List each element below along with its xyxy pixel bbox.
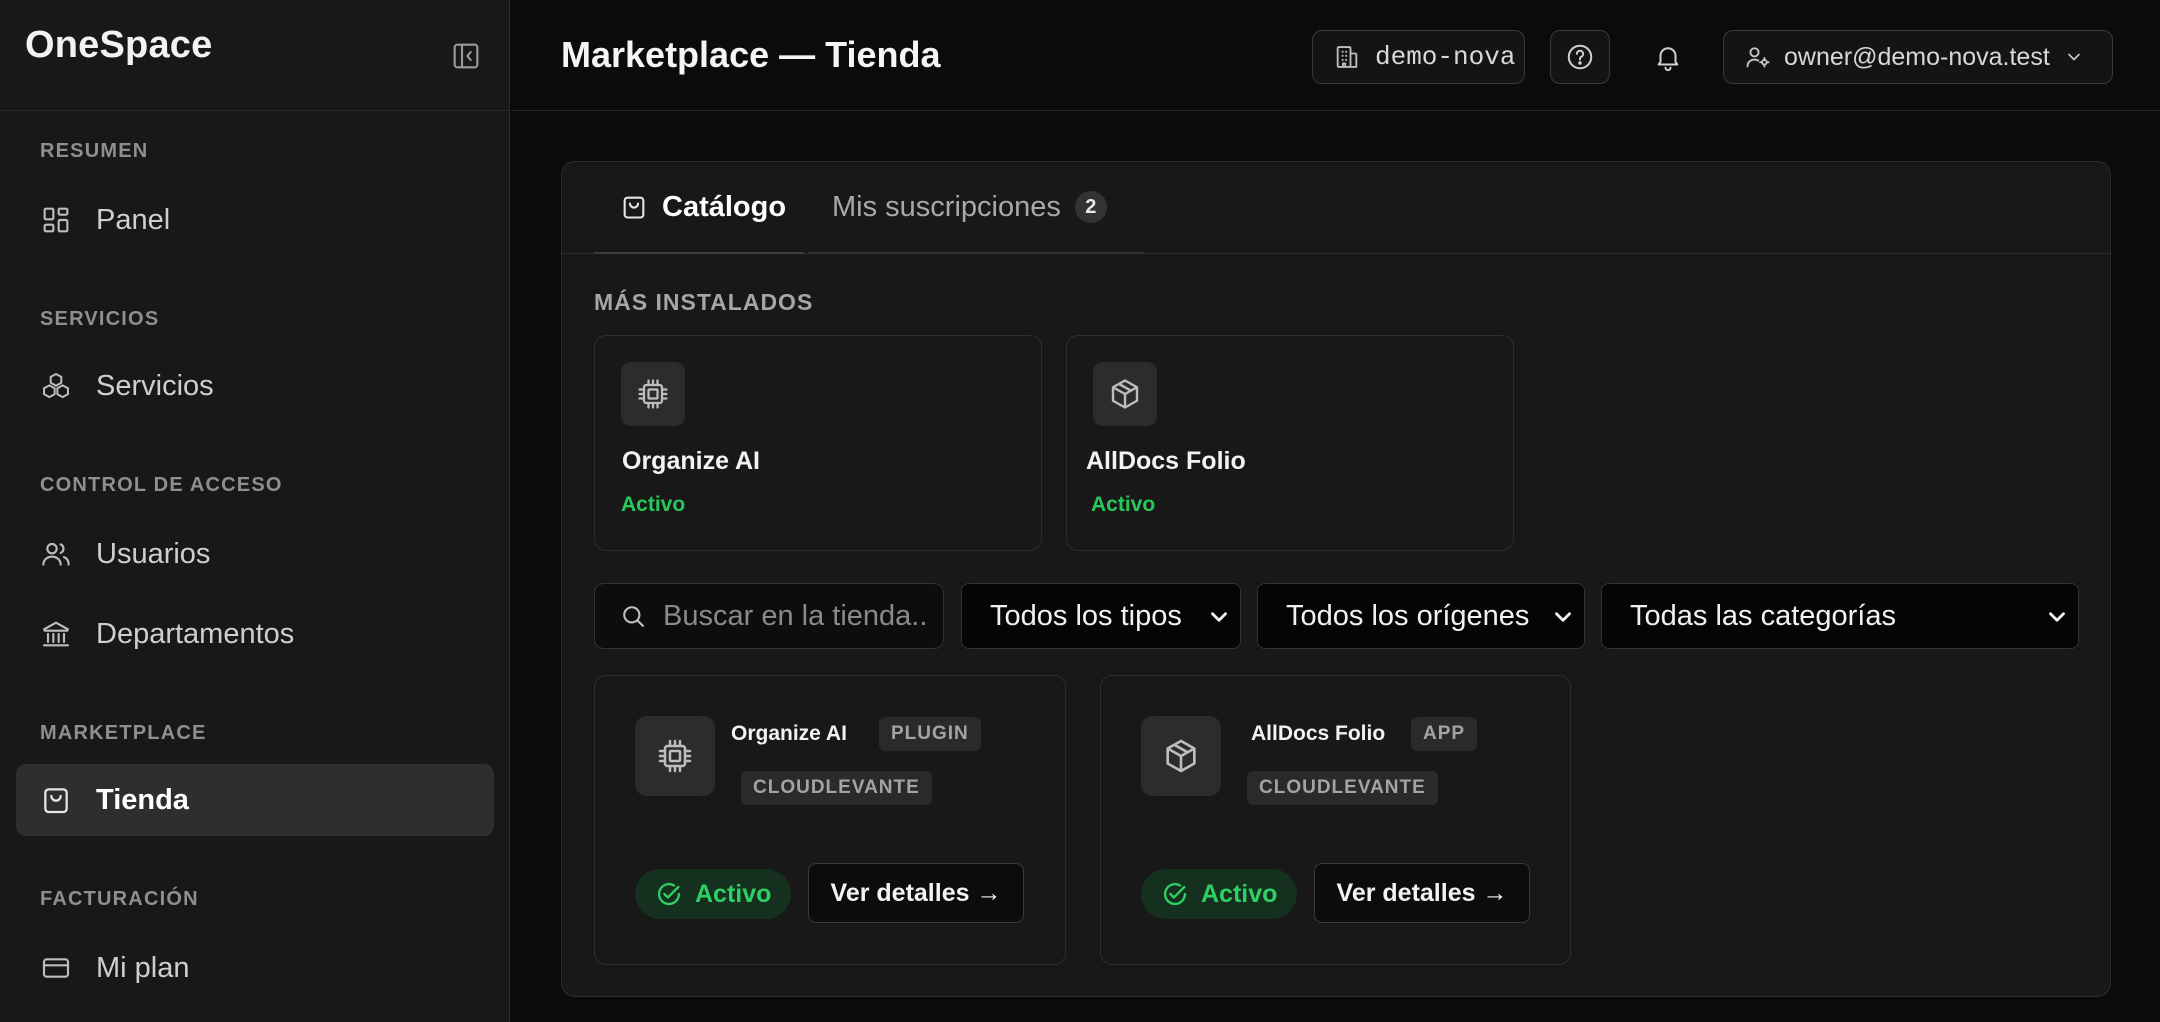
view-details-button[interactable]: Ver detalles → <box>1314 863 1530 923</box>
status-badge: Activo <box>1141 869 1298 919</box>
package-box-icon <box>1093 362 1157 426</box>
brand-logo[interactable]: OneSpace <box>25 24 212 67</box>
subscriptions-count-badge: 2 <box>1074 191 1107 223</box>
product-type-badge: PLUGIN <box>879 717 981 751</box>
tab-label: Catálogo <box>662 190 787 223</box>
search-placeholder: Buscar en la tienda... <box>663 599 925 632</box>
sidebar-item-mi-plan[interactable]: Mi plan <box>16 932 494 1004</box>
help-circle-icon <box>1565 42 1595 72</box>
sidebar-item-servicios[interactable]: Servicios <box>16 350 494 422</box>
users-icon <box>40 538 72 570</box>
tab-mis-suscripciones[interactable]: Mis suscripciones 2 <box>808 162 1144 254</box>
building-columns-icon <box>40 618 72 650</box>
sidebar-item-label: Mi plan <box>96 951 190 984</box>
page-title: Marketplace — Tienda <box>561 34 941 75</box>
dashboard-icon <box>40 204 72 236</box>
check-circle-icon <box>655 880 683 908</box>
status-label: Activo <box>621 493 686 516</box>
sidebar-header: OneSpace <box>0 0 509 111</box>
category-filter-select[interactable]: Todas las categorías <box>1601 583 2079 649</box>
cpu-chip-icon <box>635 716 715 796</box>
select-value: Todos los orígenes <box>1286 599 1530 632</box>
package-box-icon <box>1141 716 1221 796</box>
building-icon <box>1333 43 1361 71</box>
user-menu-button[interactable]: owner@demo-nova.test <box>1723 30 2113 84</box>
sidebar-item-departamentos[interactable]: Departamentos <box>16 598 494 670</box>
boxes-icon <box>40 370 72 402</box>
section-title-resumen: RESUMEN <box>40 140 149 162</box>
origin-filter-select[interactable]: Todos los orígenes <box>1257 583 1585 649</box>
marketplace-panel: Catálogo Mis suscripciones 2 MÁS INSTALA… <box>561 161 2111 997</box>
product-origin-badge: CLOUDLEVANTE <box>741 771 932 805</box>
sidebar-item-label: Panel <box>96 203 171 236</box>
shopping-bag-icon <box>40 784 72 816</box>
product-type-badge: APP <box>1411 717 1478 751</box>
tab-catalogo[interactable]: Catálogo <box>594 162 804 254</box>
chevron-down-icon <box>2044 604 2070 630</box>
sidebar-collapse-icon[interactable] <box>450 40 482 72</box>
shopping-bag-icon <box>620 193 648 221</box>
select-value: Todos los tipos <box>990 599 1182 632</box>
status-text: Activo <box>1201 879 1278 908</box>
tab-bar: Catálogo Mis suscripciones 2 <box>562 162 2110 254</box>
credit-card-icon <box>40 952 72 984</box>
tab-label: Mis suscripciones <box>832 190 1061 223</box>
check-circle-icon <box>1161 880 1189 908</box>
product-origin-badge: CLOUDLEVANTE <box>1247 771 1438 805</box>
type-filter-select[interactable]: Todos los tipos <box>961 583 1241 649</box>
status-label: Activo <box>1091 493 1156 516</box>
user-settings-icon <box>1744 43 1772 71</box>
tenant-switcher-button[interactable]: demo-nova <box>1312 30 1525 84</box>
bell-icon <box>1653 42 1683 72</box>
select-value: Todas las categorías <box>1630 599 1896 632</box>
user-email: owner@demo-nova.test <box>1784 42 2050 71</box>
product-card: AllDocs Folio APP CLOUDLEVANTE Activo Ve… <box>1100 675 1571 965</box>
most-installed-card[interactable]: Organize AI Activo <box>594 335 1042 551</box>
status-badge: Activo <box>635 869 792 919</box>
product-card: Organize AI PLUGIN CLOUDLEVANTE Activo V… <box>594 675 1066 965</box>
app-name: AllDocs Folio <box>1086 447 1246 475</box>
sidebar-item-label: Usuarios <box>96 537 211 570</box>
sidebar-item-usuarios[interactable]: Usuarios <box>16 518 494 590</box>
most-installed-title: MÁS INSTALADOS <box>594 289 814 315</box>
sidebar-item-label: Servicios <box>96 369 214 402</box>
section-title-servicios: SERVICIOS <box>40 308 160 330</box>
cpu-chip-icon <box>621 362 685 426</box>
product-name: AllDocs Folio <box>1251 722 1386 745</box>
sidebar-item-panel[interactable]: Panel <box>16 184 494 256</box>
most-installed-card[interactable]: AllDocs Folio Activo <box>1066 335 1514 551</box>
chevron-down-icon <box>1550 604 1576 630</box>
chevron-down-icon <box>2064 47 2084 67</box>
product-name: Organize AI <box>731 722 847 745</box>
tenant-name: demo-nova <box>1375 42 1516 72</box>
view-details-button[interactable]: Ver detalles → <box>808 863 1024 923</box>
app-name: Organize AI <box>622 447 760 475</box>
sidebar-item-tienda[interactable]: Tienda <box>16 764 494 836</box>
top-bar: Marketplace — Tienda demo-nova owner@dem… <box>511 0 2160 111</box>
section-title-control-acceso: CONTROL DE ACCESO <box>40 474 283 496</box>
search-icon <box>619 602 647 630</box>
section-title-facturacion: FACTURACIÓN <box>40 888 199 910</box>
status-text: Activo <box>695 879 772 908</box>
sidebar: OneSpace RESUMEN Panel SERVICIOS Servici… <box>0 0 510 1022</box>
sidebar-item-label: Tienda <box>96 783 189 816</box>
chevron-down-icon <box>1206 604 1232 630</box>
notifications-button[interactable] <box>1638 30 1698 84</box>
sidebar-item-label: Departamentos <box>96 617 295 650</box>
section-title-marketplace: MARKETPLACE <box>40 722 207 744</box>
search-input[interactable]: Buscar en la tienda... <box>594 583 944 649</box>
help-button[interactable] <box>1550 30 1610 84</box>
